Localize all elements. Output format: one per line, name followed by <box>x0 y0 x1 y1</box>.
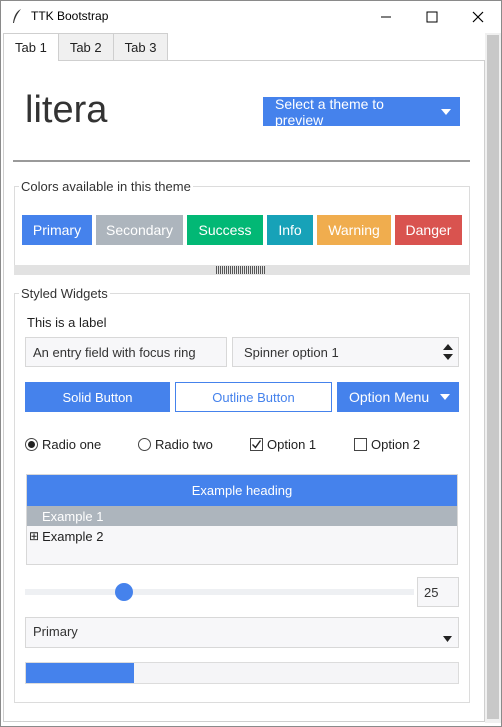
notebook-tabs: Tab 1 Tab 2 Tab 3 <box>3 33 169 61</box>
progressbar-fill <box>26 663 134 683</box>
scale-value-entry[interactable]: 25 <box>417 577 459 607</box>
vertical-scrollbar[interactable] <box>485 33 501 723</box>
close-icon <box>472 11 484 22</box>
maximize-button[interactable] <box>409 1 455 32</box>
theme-name-label: litera <box>25 89 108 131</box>
minimize-button[interactable] <box>363 1 409 32</box>
horizontal-scrollbar[interactable] <box>14 265 470 275</box>
tab-3[interactable]: Tab 3 <box>112 33 169 60</box>
spinbox[interactable]: Spinner option 1 <box>232 337 459 367</box>
checkbox-option-2-label: Option 2 <box>371 437 421 452</box>
minimize-icon <box>381 16 391 17</box>
option-menu[interactable]: Option Menu <box>337 382 459 412</box>
primary-button[interactable]: Primary <box>22 215 92 245</box>
window-title: TTK Bootstrap <box>31 9 109 23</box>
tree-heading[interactable]: Example heading <box>27 475 457 506</box>
combobox[interactable]: Primary <box>25 617 459 648</box>
checkbox-checked-icon <box>250 438 263 451</box>
radio-selected-icon <box>25 438 38 451</box>
checkbox-option-1[interactable]: Option 1 <box>250 437 316 452</box>
scale-value: 25 <box>424 584 439 600</box>
caret-down-icon <box>431 394 459 400</box>
checkbox-option-1-label: Option 1 <box>267 437 317 452</box>
maximize-icon <box>426 11 438 22</box>
option-menu-label: Option Menu <box>349 389 430 405</box>
close-button[interactable] <box>455 1 501 32</box>
theme-select-menu[interactable]: Select a theme to preview <box>263 95 460 128</box>
secondary-button[interactable]: Secondary <box>96 215 183 245</box>
tree-row-example-1[interactable]: Example 1 <box>27 506 457 526</box>
radio-two[interactable]: Radio two <box>138 437 213 452</box>
spinbox-value: Spinner option 1 <box>244 344 339 360</box>
tab-1[interactable]: Tab 1 <box>3 33 59 61</box>
tree-row-label: Example 1 <box>42 508 104 524</box>
checkbox-unchecked-icon <box>354 438 367 451</box>
styled-widgets-title: Styled Widgets <box>19 286 110 301</box>
tree-row-example-2[interactable]: ⊞ Example 2 <box>27 526 457 546</box>
scale-thumb[interactable] <box>115 583 133 601</box>
scrollbar-thumb[interactable] <box>487 35 499 719</box>
radio-two-label: Radio two <box>155 437 213 452</box>
outline-button[interactable]: Outline Button <box>175 382 332 412</box>
theme-select-label: Select a theme to preview <box>275 95 384 128</box>
expand-plus-icon[interactable]: ⊞ <box>29 529 39 543</box>
success-button[interactable]: Success <box>187 215 263 245</box>
combobox-value: Primary <box>33 624 78 639</box>
radio-one[interactable]: Radio one <box>25 437 101 452</box>
warning-button[interactable]: Warning <box>317 215 391 245</box>
tab-2[interactable]: Tab 2 <box>57 33 114 60</box>
caret-down-icon[interactable] <box>443 636 452 642</box>
entry-field[interactable]: An entry field with focus ring <box>25 337 227 367</box>
sample-label: This is a label <box>27 315 107 330</box>
caret-down-icon <box>432 108 460 115</box>
app-window: TTK Bootstrap Tab 1 Tab 2 Tab 3 litera S… <box>0 0 502 727</box>
info-button[interactable]: Info <box>267 215 313 245</box>
entry-value: An entry field with focus ring <box>33 344 196 360</box>
radio-one-label: Radio one <box>42 437 102 452</box>
scale-track[interactable] <box>25 589 414 595</box>
scrollbar-grip[interactable] <box>216 266 266 274</box>
danger-button[interactable]: Danger <box>395 215 462 245</box>
solid-button[interactable]: Solid Button <box>25 382 170 412</box>
title-bar: TTK Bootstrap <box>1 1 501 32</box>
spinner-arrows-icon[interactable] <box>442 343 454 361</box>
tree-row-label: Example 2 <box>42 528 104 544</box>
feather-icon <box>13 9 21 23</box>
treeview[interactable]: Example heading Example 1 ⊞ Example 2 <box>26 474 458 565</box>
colors-group-title: Colors available in this theme <box>19 179 193 194</box>
progressbar <box>25 662 459 684</box>
checkbox-option-2[interactable]: Option 2 <box>354 437 420 452</box>
radio-unselected-icon <box>138 438 151 451</box>
separator <box>13 160 470 162</box>
